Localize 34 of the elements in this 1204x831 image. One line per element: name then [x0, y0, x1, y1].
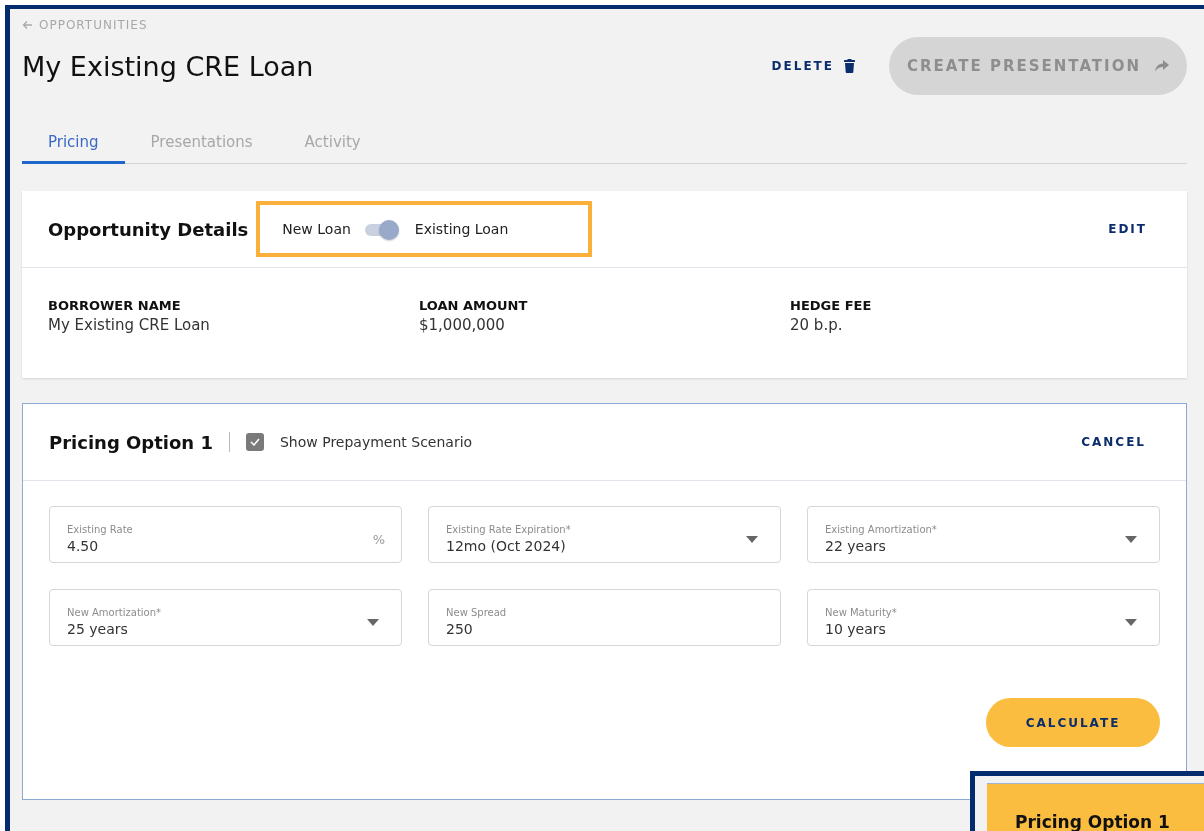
text-field[interactable]: Existing Rate 4.50 % [49, 506, 402, 563]
dropdown-field[interactable]: Existing Amortization* 22 years [807, 506, 1160, 563]
cancel-button[interactable]: CANCEL [1081, 435, 1146, 449]
page-title: My Existing CRE Loan [22, 50, 314, 82]
dropdown-field[interactable]: Existing Rate Expiration* 12mo (Oct 2024) [428, 506, 781, 563]
share-arrow-icon [1155, 60, 1169, 72]
card-title: Opportunity Details [48, 218, 249, 240]
calculate-button[interactable]: CALCULATE [986, 698, 1160, 747]
field-value: $1,000,000 [419, 316, 506, 334]
field-value: My Existing CRE Loan [48, 316, 211, 334]
card-title: Pricing Option 1 [49, 431, 213, 453]
dropdown-field[interactable]: New Amortization* 25 years [49, 589, 402, 646]
edit-button[interactable]: EDIT [1108, 222, 1147, 236]
tab[interactable]: Pricing [22, 125, 125, 164]
field-label: LOAN AMOUNT [419, 298, 529, 313]
field-label: BORROWER NAME [48, 298, 182, 313]
delete-button[interactable]: DELETE [771, 59, 855, 73]
caret-icon [367, 618, 379, 626]
caret-icon [1125, 618, 1137, 626]
inset-card-title: Pricing Option 1 [987, 783, 1204, 831]
trash-icon [844, 59, 855, 73]
check-icon [250, 438, 260, 446]
prepayment-checkbox[interactable] [246, 433, 264, 451]
dropdown-field[interactable]: New Maturity* 10 years [807, 589, 1160, 646]
caret-icon [746, 535, 758, 543]
field-value: 20 b.p. [790, 316, 844, 334]
field-label: HEDGE FEE [790, 298, 873, 313]
checkbox-label: Show Prepayment Scenario [280, 434, 473, 450]
text-field[interactable]: New Spread 250 [428, 589, 781, 646]
back-arrow-icon[interactable] [22, 20, 33, 30]
caret-icon [1125, 535, 1137, 543]
toggle-label: Existing Loan [414, 221, 509, 237]
toggle-label: New Loan [282, 221, 351, 237]
loan-type-toggle[interactable] [364, 218, 401, 240]
